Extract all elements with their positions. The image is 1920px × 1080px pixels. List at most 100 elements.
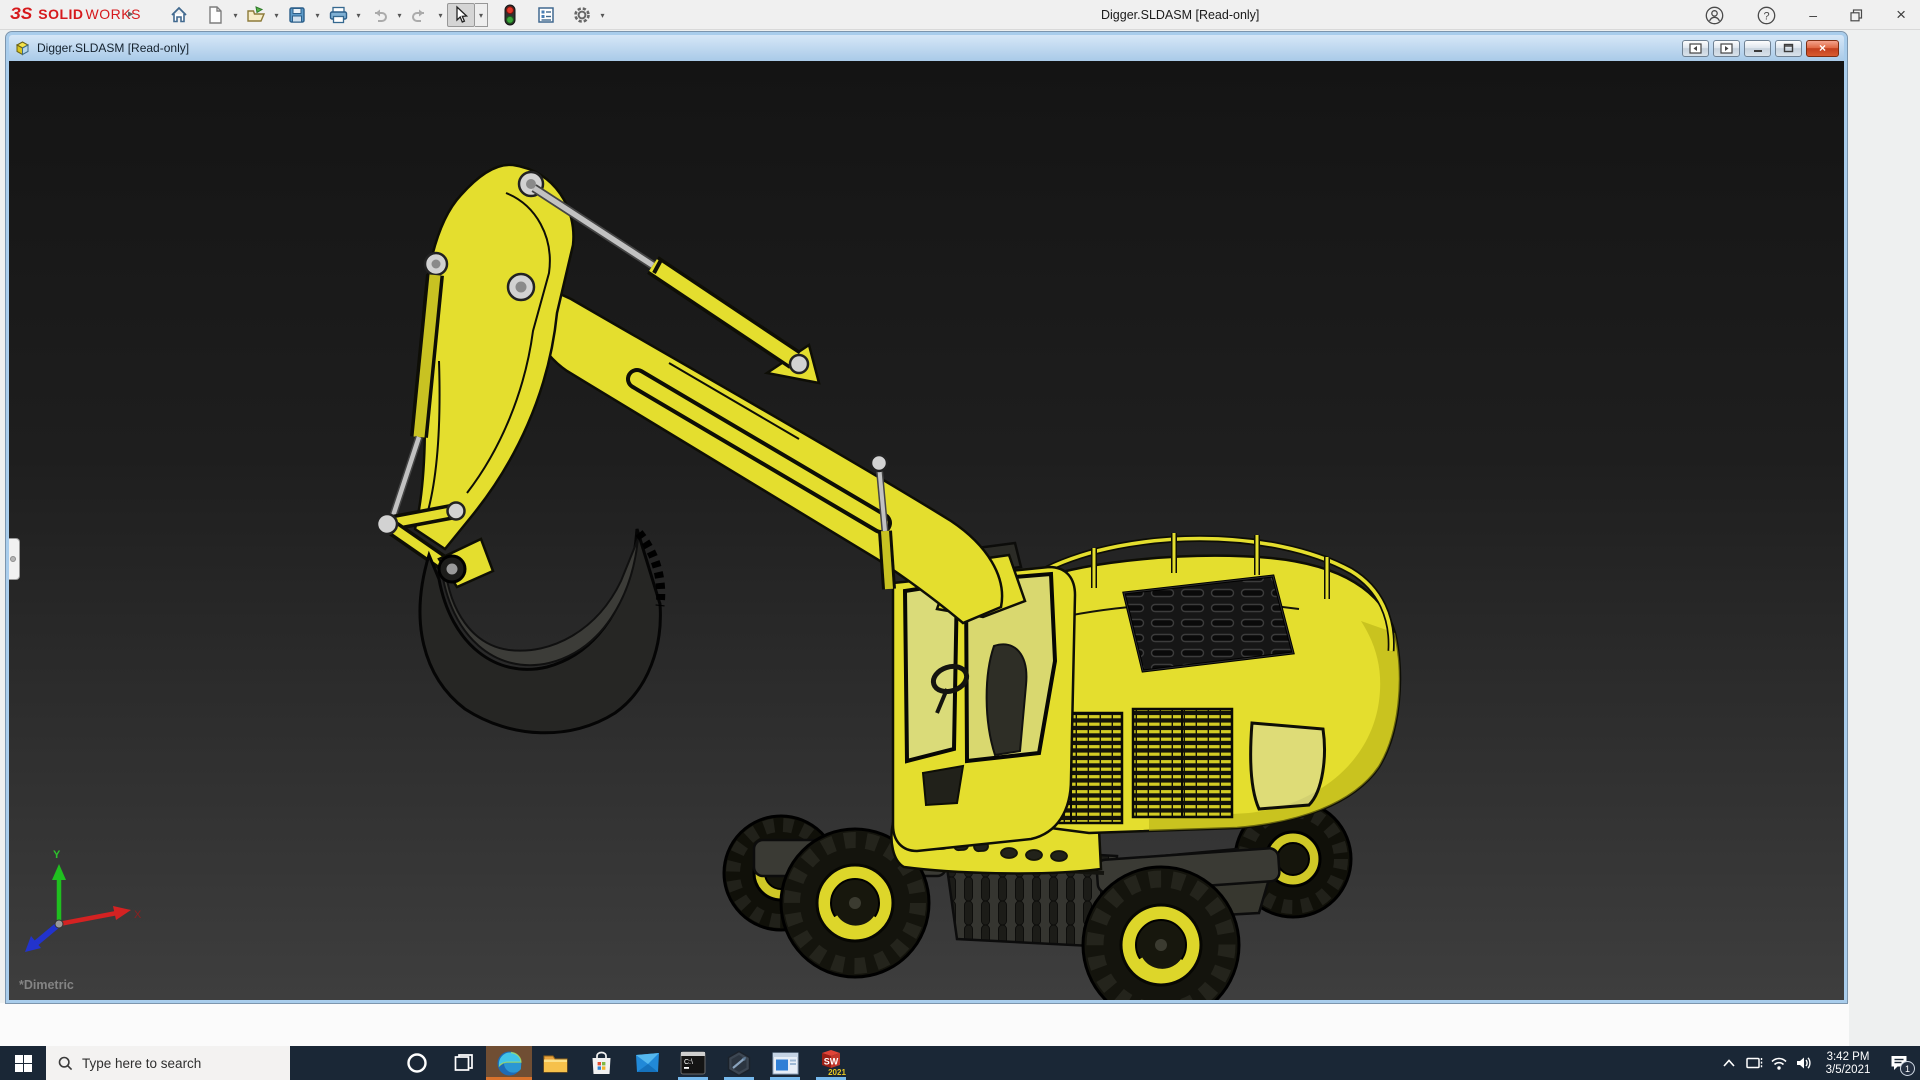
restore-button[interactable] (1850, 8, 1863, 22)
assembly-document-icon (15, 41, 30, 56)
file-properties-icon (538, 7, 554, 23)
svg-text:SW: SW (824, 1057, 839, 1067)
clock-time: 3:42 PM (1826, 1050, 1870, 1063)
minimize-button[interactable]: – (1809, 7, 1817, 23)
quick-access-toolbar: ▾ ▾ ▾ ▾ ▾ ▾ ▾ ▾ (165, 2, 609, 28)
save-dropdown[interactable]: ▾ (311, 3, 324, 27)
speaker-icon (1796, 1057, 1811, 1069)
notification-badge: 1 (1900, 1061, 1915, 1076)
command-prompt-icon: C:\ (680, 1051, 706, 1075)
taskbar-item-task-view[interactable] (440, 1046, 486, 1080)
home-button[interactable] (165, 3, 193, 27)
save-icon (289, 7, 305, 23)
print-dropdown[interactable]: ▾ (352, 3, 365, 27)
system-tray: 3:42 PM 3/5/2021 1 (1716, 1046, 1920, 1080)
triad-x-label: X (134, 909, 142, 921)
windows-logo-icon (14, 1054, 32, 1072)
taskbar-item-store[interactable] (578, 1046, 624, 1080)
account-icon (1705, 6, 1724, 24)
file-properties-button[interactable] (532, 3, 560, 27)
windows-taskbar: Type here to search C:\ SW 2021 3:42 PM … (0, 1046, 1920, 1080)
clock-date: 3/5/2021 (1825, 1063, 1871, 1076)
gear-icon (574, 7, 590, 23)
taskbar-item-command-prompt[interactable]: C:\ (670, 1046, 716, 1080)
bucket (418, 528, 666, 735)
hexagon-tool-icon (727, 1050, 751, 1076)
volume-tray-icon[interactable] (1791, 1046, 1816, 1080)
print-button[interactable] (324, 3, 352, 27)
taskbar-clock[interactable]: 3:42 PM 3/5/2021 (1816, 1050, 1880, 1077)
action-center-button[interactable]: 1 (1880, 1046, 1918, 1080)
options-dropdown[interactable]: ▾ (596, 3, 609, 27)
mail-icon (635, 1053, 659, 1072)
redo-dropdown[interactable]: ▾ (434, 3, 447, 27)
hidden-icons-chevron[interactable] (1716, 1046, 1741, 1080)
print-icon (329, 6, 347, 24)
view-orientation-label: *Dimetric (19, 978, 74, 992)
doc-close-button[interactable]: × (1806, 39, 1839, 57)
redo-button[interactable] (406, 3, 434, 27)
open-button[interactable] (242, 3, 270, 27)
save-button[interactable] (283, 3, 311, 27)
taskbar-item-mail[interactable] (624, 1046, 670, 1080)
home-icon (171, 6, 187, 23)
undo-icon (375, 9, 387, 22)
feature-pane-left-button[interactable] (1682, 39, 1709, 57)
new-document-icon (209, 6, 222, 24)
open-dropdown[interactable]: ▾ (270, 3, 283, 27)
select-tool-dropdown[interactable]: ▾ (475, 3, 488, 27)
panel-tab-dot-icon (9, 556, 16, 562)
document-window[interactable]: Digger.SLDASM [Read-only] × Y X *Dimetri… (5, 31, 1848, 1004)
wifi-icon (1770, 1057, 1787, 1070)
svg-text:C:\: C:\ (684, 1059, 693, 1066)
orientation-triad[interactable]: Y X (17, 846, 147, 956)
tablet-mode-tray-icon[interactable] (1741, 1046, 1766, 1080)
feature-manager-collapsed-tab[interactable] (9, 538, 20, 580)
doc-minimize-button[interactable] (1744, 39, 1771, 57)
network-tray-icon[interactable] (1766, 1046, 1791, 1080)
options-button[interactable] (568, 3, 596, 27)
undo-dropdown[interactable]: ▾ (393, 3, 406, 27)
doc-restore-button[interactable] (1775, 39, 1802, 57)
undo-button[interactable] (365, 3, 393, 27)
pane-left-icon (1689, 42, 1702, 54)
status-bar (0, 1003, 1849, 1046)
expand-toolbar-icon[interactable]: ▸ (128, 7, 134, 20)
close-button[interactable]: × (1896, 5, 1906, 25)
taskbar-item-solidworks[interactable]: SW 2021 (808, 1046, 854, 1080)
doc-minimize-icon (1753, 49, 1762, 52)
edge-icon (497, 1051, 522, 1075)
new-document-button[interactable] (201, 3, 229, 27)
app-titlebar[interactable]: ЗS SOLID WORKS ▸ ▾ ▾ ▾ ▾ ▾ ▾ ▾ ▾ Digger.… (0, 0, 1920, 30)
taskbar-item-file-explorer[interactable] (532, 1046, 578, 1080)
rebuild-traffic-light-icon (504, 4, 516, 26)
search-placeholder: Type here to search (82, 1055, 202, 1071)
store-icon (592, 1051, 610, 1074)
graphics-viewport[interactable]: Y X *Dimetric (9, 61, 1844, 1000)
search-icon (58, 1056, 73, 1071)
taskbar-item-hexagon-tool[interactable] (716, 1046, 762, 1080)
taskbar-item-window-panel-app[interactable] (762, 1046, 808, 1080)
feature-pane-right-button[interactable] (1713, 39, 1740, 57)
start-button[interactable] (0, 1046, 46, 1080)
account-button[interactable] (1705, 6, 1724, 25)
select-tool-button[interactable] (447, 3, 475, 27)
taskbar-search[interactable]: Type here to search (46, 1046, 290, 1080)
taskbar-item-edge[interactable] (486, 1046, 532, 1080)
solidworks-logo: ЗS SOLID WORKS (10, 4, 141, 23)
rebuild-button[interactable] (496, 3, 524, 27)
document-title: Digger.SLDASM [Read-only] (37, 41, 190, 55)
file-explorer-icon (543, 1055, 567, 1072)
svg-text:2021: 2021 (828, 1068, 846, 1077)
document-titlebar[interactable]: Digger.SLDASM [Read-only] × (9, 35, 1844, 61)
solidworks-2021-icon: SW 2021 (822, 1050, 846, 1077)
new-document-dropdown[interactable]: ▾ (229, 3, 242, 27)
3d-model-excavator[interactable] (9, 61, 1844, 1000)
select-cursor-icon (456, 5, 469, 23)
taskbar-item-cortana[interactable] (394, 1046, 440, 1080)
tablet-mode-icon (1745, 1057, 1762, 1069)
app-window-title: Digger.SLDASM [Read-only] (1101, 8, 1260, 22)
solidworks-logo-mark: ЗS (10, 4, 33, 23)
help-icon: ? (1757, 6, 1776, 24)
help-button[interactable]: ? (1757, 6, 1776, 25)
